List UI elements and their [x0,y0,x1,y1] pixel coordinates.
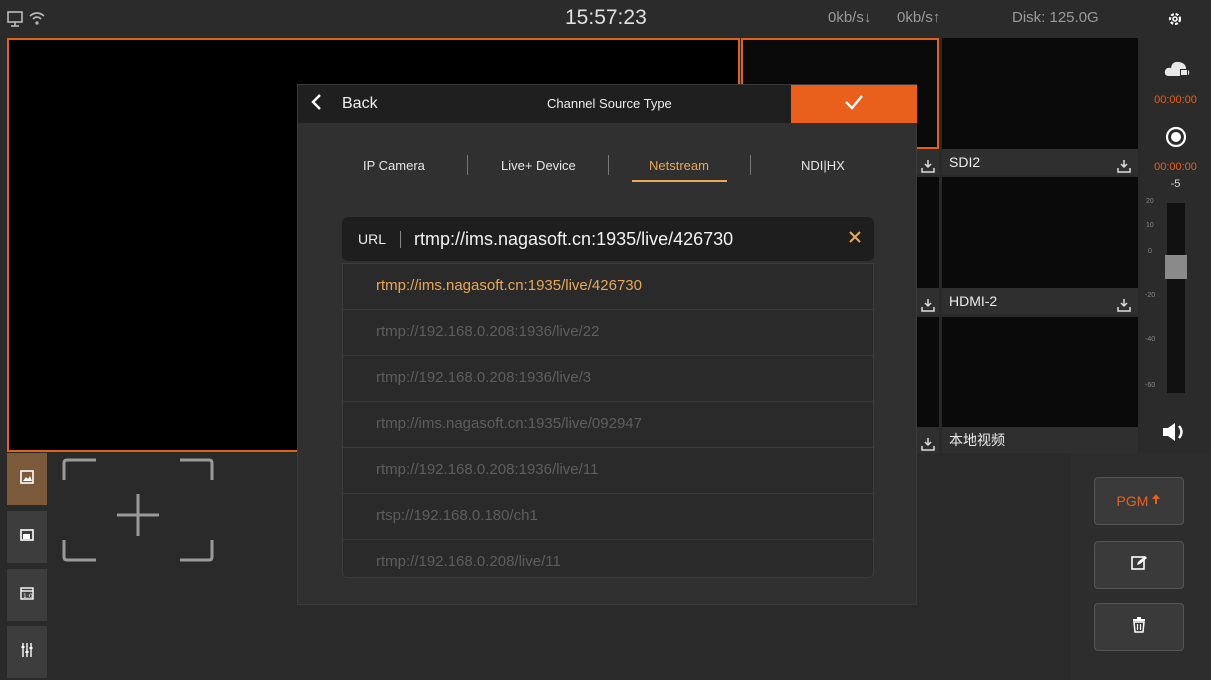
tab-ndi-hx[interactable]: NDI|HX [801,158,845,173]
mixer-sliders-icon [20,642,34,663]
settings-gear-icon[interactable] [1166,10,1184,33]
image-layer-button[interactable] [7,453,47,505]
url-history-item[interactable]: rtmp://ims.nagasoft.cn:1935/live/092947 [343,402,873,448]
url-history-item[interactable]: rtsp://192.168.0.180/ch1 [343,494,873,540]
tab-live-device[interactable]: Live+ Device [501,158,576,173]
channel-bar-2: SDI2 [942,149,1138,175]
disk-space: Disk: 125.0G [1012,9,1099,26]
tab-ip-camera[interactable]: IP Camera [363,158,425,173]
url-label: URL [358,231,387,247]
checkmark-icon [844,94,864,115]
channel-tile-2[interactable] [942,38,1138,149]
channel-name: SDI2 [949,154,981,170]
clock: 15:57:23 [565,6,647,29]
url-history-list: rtmp://ims.nagasoft.cn:1935/live/426730 … [342,263,874,578]
channel-tile-6[interactable] [942,317,1138,427]
pgm-label: PGM [1116,493,1149,509]
calendar-clock-icon: 1:0 [20,586,34,605]
meter-track [1167,203,1185,393]
download-rate: 0kb/s↓ [828,9,872,26]
svg-text:1:0: 1:0 [23,593,33,600]
url-history-item[interactable]: rtmp://192.168.0.208:1936/live/11 [343,448,873,494]
audio-meter: 20 10 0 -20 -40 -60 [1145,198,1207,396]
speaker-icon[interactable] [1161,421,1189,448]
channel-bar-4: HDMI-2 [942,288,1138,314]
arrow-up-icon [1151,492,1161,510]
upload-rate: 0kb/s↑ [897,9,941,26]
tab-separator [608,155,609,175]
url-input[interactable] [414,225,824,253]
back-button[interactable]: Back [310,85,378,123]
record-timer: 00:00:00 [1154,161,1197,173]
channel-bar-6: 本地视频 [942,427,1138,453]
wifi-icon [28,9,46,32]
meter-tick: 0 [1148,248,1152,255]
channel-name: 本地视频 [949,432,1005,448]
record-icon[interactable] [1165,126,1187,153]
url-history-item[interactable]: rtmp://192.168.0.208:1936/live/22 [343,310,873,356]
channel-tile-4[interactable] [942,177,1138,288]
add-layer-placeholder-icon[interactable] [62,458,214,567]
meter-tick: 20 [1146,198,1154,205]
edit-icon [1131,555,1147,576]
clear-icon[interactable] [848,230,862,249]
chevron-left-icon [310,93,324,116]
status-bar: 15:57:23 0kb/s↓ 0kb/s↑ Disk: 125.0G [0,0,1211,38]
url-history-item[interactable]: rtmp://192.168.0.208:1936/live/3 [343,356,873,402]
meter-tick: -60 [1145,382,1156,389]
picture-in-picture-icon [20,528,34,547]
pip-layer-button[interactable] [7,511,47,563]
delete-button[interactable] [1094,603,1184,651]
image-icon [20,469,34,489]
url-history-item[interactable]: rtmp://192.168.0.208/live/11 [343,540,873,585]
import-icon[interactable] [921,433,935,451]
dialog-header: Back Channel Source Type [298,85,918,123]
url-divider [400,231,401,248]
volume-level: -5 [1170,178,1181,190]
tab-separator [467,155,468,175]
volume-fader-handle[interactable] [1165,255,1187,279]
trash-icon [1132,616,1146,638]
mixer-button[interactable] [7,626,47,678]
back-label: Back [342,95,378,112]
tab-netstream[interactable]: Netstream [649,158,709,173]
stream-timer: 00:00:00 [1154,94,1197,106]
edit-button[interactable] [1094,541,1184,589]
active-tab-underline [632,180,727,182]
meter-tick: 10 [1146,222,1154,229]
cloud-stream-icon[interactable] [1163,58,1191,85]
output-panel: 00:00:00 00:00:00 -5 20 10 0 -20 -40 -60 [1140,38,1211,453]
clock-layer-button[interactable]: 1:0 [7,569,47,621]
url-field: URL [342,217,874,261]
import-icon[interactable] [921,155,935,173]
tab-separator [750,155,751,175]
meter-tick: -20 [1145,292,1156,299]
confirm-button[interactable] [791,85,917,123]
dialog-title: Channel Source Type [547,96,672,111]
import-icon[interactable] [1117,155,1131,173]
import-icon[interactable] [1117,294,1131,312]
import-icon[interactable] [921,294,935,312]
url-history-item[interactable]: rtmp://ims.nagasoft.cn:1935/live/426730 [343,264,873,310]
channel-source-dialog: Back Channel Source Type IP Camera Live+… [297,84,918,605]
channel-name: HDMI-2 [949,293,998,309]
pgm-button[interactable]: PGM [1094,477,1184,525]
meter-tick: -40 [1145,336,1156,343]
